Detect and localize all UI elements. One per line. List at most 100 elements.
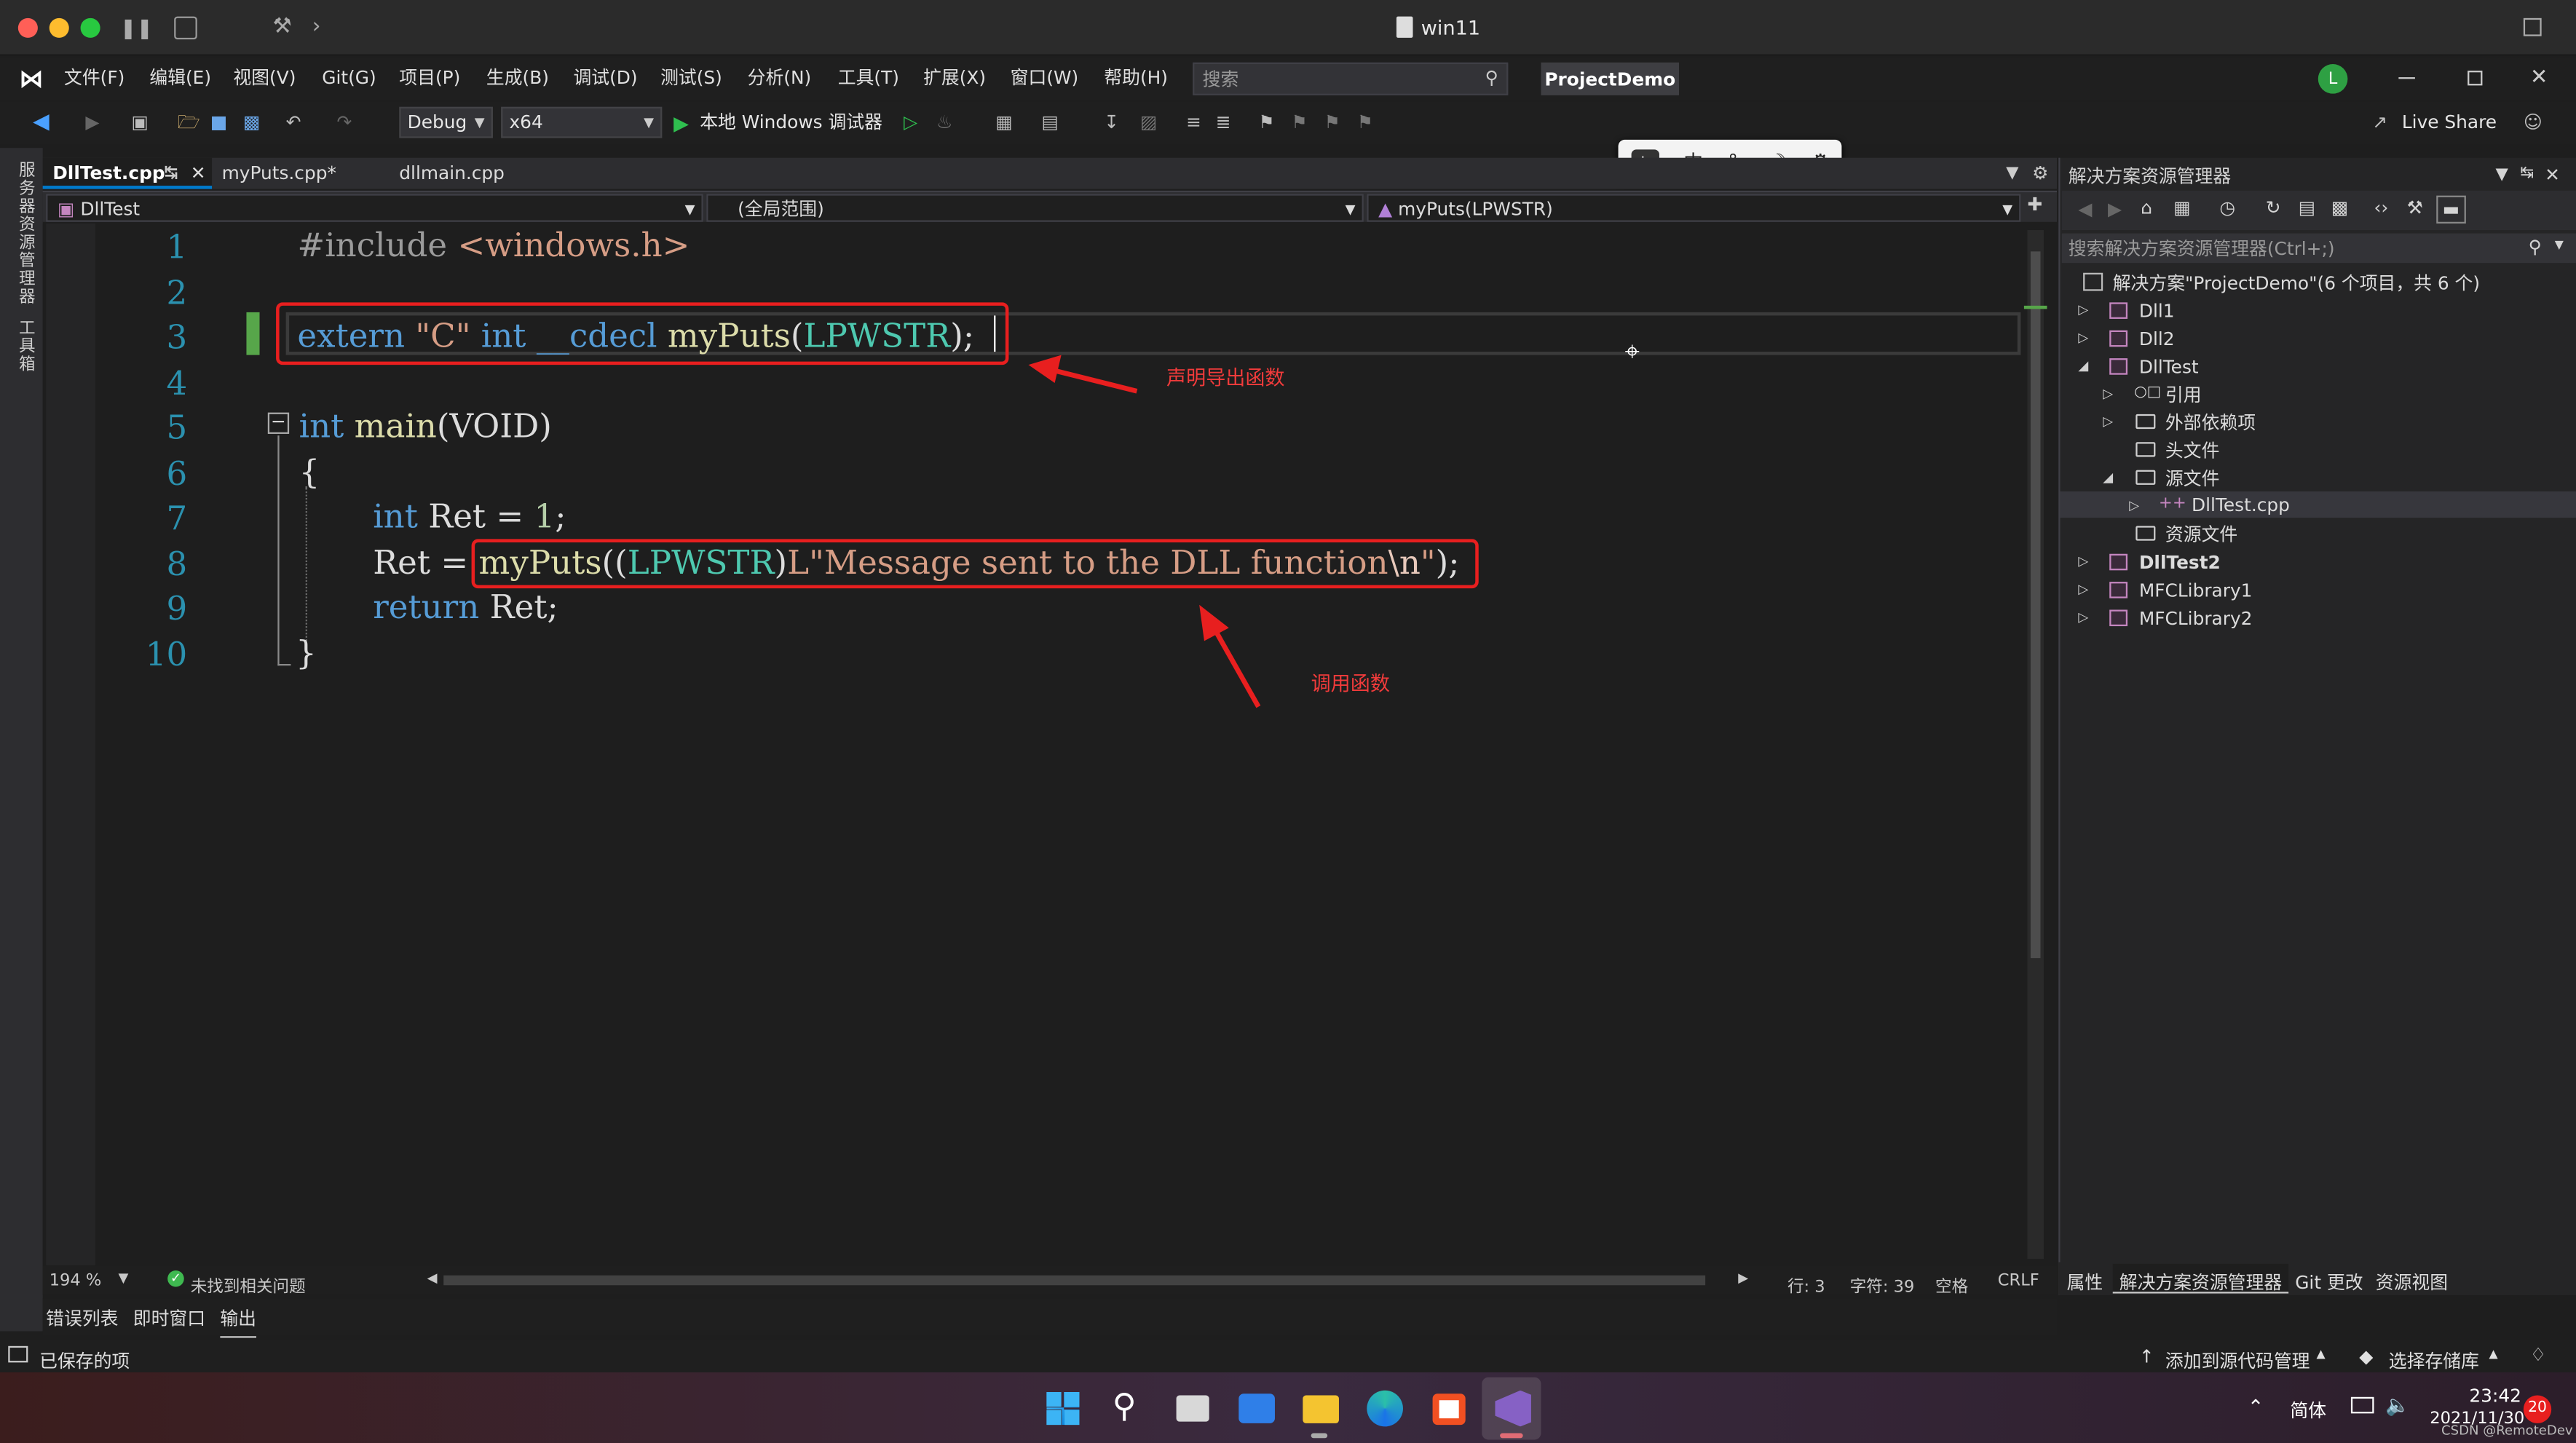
solution-icon: [2083, 272, 2103, 291]
editor-status-bar: 194 % ▼ ✓ 未找到相关问题 ◀ ▶ 行: 3 字符: 39 空格 CRL…: [42, 1265, 2058, 1297]
tab-git-changes[interactable]: Git 更改: [2295, 1269, 2363, 1295]
expand-icon[interactable]: ▷: [2078, 302, 2088, 317]
output-icon: [8, 1345, 28, 1363]
tree-sources[interactable]: 源文件: [2165, 470, 2219, 489]
chevron-up-icon[interactable]: ⌃: [2248, 1396, 2264, 1419]
show-all-icon[interactable]: ▩: [2331, 199, 2348, 217]
running-indicator: [1311, 1433, 1328, 1439]
issues-status[interactable]: 未找到相关问题: [191, 1272, 306, 1297]
tree-references[interactable]: 引用: [2165, 386, 2202, 404]
volume-icon[interactable]: 🔈: [2385, 1393, 2410, 1417]
tree-external-deps[interactable]: 外部依赖项: [2165, 414, 2256, 432]
collapse-icon[interactable]: ◢: [2103, 470, 2113, 485]
expand-icon[interactable]: ▷: [2129, 498, 2139, 513]
expand-icon[interactable]: ▷: [2103, 386, 2113, 400]
zoom-level[interactable]: 194 %: [50, 1272, 102, 1290]
tab-error-list[interactable]: 错误列表: [46, 1305, 118, 1331]
history-icon[interactable]: ◷: [2219, 199, 2235, 217]
tree-solution[interactable]: 解决方案"ProjectDemo"(6 个项目，共 6 个): [2113, 274, 2480, 293]
tab-solution-explorer[interactable]: 解决方案资源管理器: [2112, 1263, 2289, 1294]
project-icon: [2109, 609, 2128, 627]
chevron-up-icon[interactable]: ▲: [2317, 1348, 2326, 1361]
folder-icon: [2136, 414, 2156, 430]
start-icon-tile: [1064, 1392, 1080, 1407]
store-icon[interactable]: [1432, 1393, 1466, 1426]
folder-icon: [2136, 442, 2156, 457]
back-icon[interactable]: ◀: [2078, 200, 2092, 218]
tab-properties[interactable]: 属性: [2067, 1269, 2103, 1295]
bell-icon[interactable]: ♢: [2530, 1345, 2546, 1366]
chevron-up-icon[interactable]: ▲: [2489, 1348, 2497, 1361]
whitespace-mode[interactable]: 空格: [1935, 1272, 1968, 1297]
search-icon[interactable]: ⚲: [1113, 1389, 1137, 1422]
solution-search-input[interactable]: 搜索解决方案资源管理器(Ctrl+;) ⚲ ▼: [2061, 233, 2576, 264]
edge-icon[interactable]: [1367, 1390, 1403, 1427]
tree-dlltest[interactable]: DllTest: [2139, 358, 2199, 376]
home-icon[interactable]: ⌂: [2141, 199, 2152, 217]
scrollbar-thumb[interactable]: [2030, 251, 2041, 959]
line-position[interactable]: 行: 3: [1787, 1272, 1825, 1297]
scroll-marker: [2023, 305, 2047, 309]
bottom-tool-tabs: 错误列表 即时窗口 输出: [42, 1298, 2058, 1338]
start-icon-tile: [1046, 1410, 1062, 1426]
char-position[interactable]: 字符: 39: [1850, 1272, 1915, 1297]
reference-icon: ○□: [2134, 384, 2161, 401]
arrow-declaration: [1028, 355, 1138, 394]
eol-mode[interactable]: CRLF: [1998, 1272, 2039, 1290]
project-icon: [2109, 302, 2128, 319]
tree-mfclibrary2[interactable]: MFCLibrary2: [2139, 609, 2253, 628]
network-icon[interactable]: [2350, 1396, 2374, 1414]
screen-root: ❚❚ ⚒ › win11 ⋈ 文件(F) 编辑(E) 视图(V) Git(G) …: [0, 0, 2576, 1443]
collapse-icon[interactable]: ◢: [2078, 358, 2088, 373]
file-explorer-icon[interactable]: [1303, 1395, 1339, 1423]
arrow-up-icon: ↑: [2138, 1345, 2154, 1368]
expand-icon[interactable]: ▷: [2078, 331, 2088, 345]
preview-icon[interactable]: ▬: [2436, 195, 2466, 224]
tree-mfclibrary1[interactable]: MFCLibrary1: [2139, 582, 2253, 600]
switch-view-icon[interactable]: ▦: [2173, 199, 2190, 217]
close-icon[interactable]: ✕: [2545, 166, 2560, 184]
tree-dlltest-cpp[interactable]: DllTest.cpp: [2192, 497, 2290, 515]
tab-resource-view[interactable]: 资源视图: [2376, 1269, 2448, 1295]
vs-status-bar: 已保存的项 ↑ 添加到源代码管理 ▲ ◆ 选择存储库 ▲ ♢: [0, 1339, 2576, 1374]
project-icon: [2109, 582, 2128, 598]
forward-icon[interactable]: ▶: [2108, 200, 2122, 218]
tree-resources[interactable]: 资源文件: [2165, 526, 2237, 544]
code-view-icon[interactable]: ‹›: [2374, 199, 2388, 217]
right-panel-tabs: 属性 解决方案资源管理器 Git 更改 资源视图: [2058, 1262, 2576, 1295]
task-view-icon[interactable]: [1176, 1395, 1209, 1422]
refresh-icon[interactable]: ↻: [2266, 199, 2281, 217]
annotation-call-label: 调用函数: [1311, 672, 1390, 695]
expand-icon[interactable]: ▷: [2078, 609, 2088, 624]
tab-output[interactable]: 输出: [220, 1305, 256, 1338]
scroll-left-icon[interactable]: ◀: [427, 1270, 438, 1285]
add-to-source-control-button[interactable]: 添加到源代码管理: [2165, 1348, 2310, 1374]
tree-headers[interactable]: 头文件: [2165, 442, 2219, 460]
tab-immediate[interactable]: 即时窗口: [133, 1305, 205, 1331]
expand-icon[interactable]: ▷: [2103, 414, 2113, 429]
chevron-down-icon[interactable]: ▼: [118, 1270, 128, 1285]
tree-dll1[interactable]: Dll1: [2139, 302, 2175, 320]
ime-indicator[interactable]: 简体: [2290, 1397, 2326, 1423]
expand-icon[interactable]: ▷: [2078, 582, 2088, 596]
tree-dlltest2[interactable]: DllTest2: [2139, 554, 2221, 572]
arrow-call: [1199, 604, 1261, 708]
properties-icon[interactable]: ⚒: [2407, 199, 2423, 217]
pin-icon[interactable]: ↹: [2520, 165, 2534, 183]
widgets-icon[interactable]: [1238, 1393, 1275, 1423]
select-repo-button[interactable]: 选择存储库: [2389, 1348, 2479, 1374]
panel-toolbar: ◀ ▶ ⌂ ▦ ◷ ↻ ▤ ▩ ‹› ⚒ ▬: [2061, 190, 2576, 231]
panel-menu-icon[interactable]: ▼: [2495, 167, 2508, 184]
chevron-down-icon[interactable]: ▼: [2555, 239, 2564, 252]
clock-time[interactable]: 23:42: [2469, 1385, 2521, 1407]
folder-open-icon: [2136, 470, 2156, 485]
tree-dll2[interactable]: Dll2: [2139, 331, 2175, 349]
horizontal-scrollbar-thumb[interactable]: [443, 1275, 1706, 1286]
project-icon: [2109, 553, 2128, 571]
notification-badge[interactable]: 20: [2523, 1395, 2552, 1423]
expand-icon[interactable]: ▷: [2078, 554, 2088, 569]
cpp-file-icon: ++: [2158, 494, 2186, 513]
scroll-right-icon[interactable]: ▶: [1738, 1270, 1748, 1285]
collapse-all-icon[interactable]: ▤: [2299, 199, 2315, 217]
start-icon-tile: [1064, 1410, 1080, 1426]
